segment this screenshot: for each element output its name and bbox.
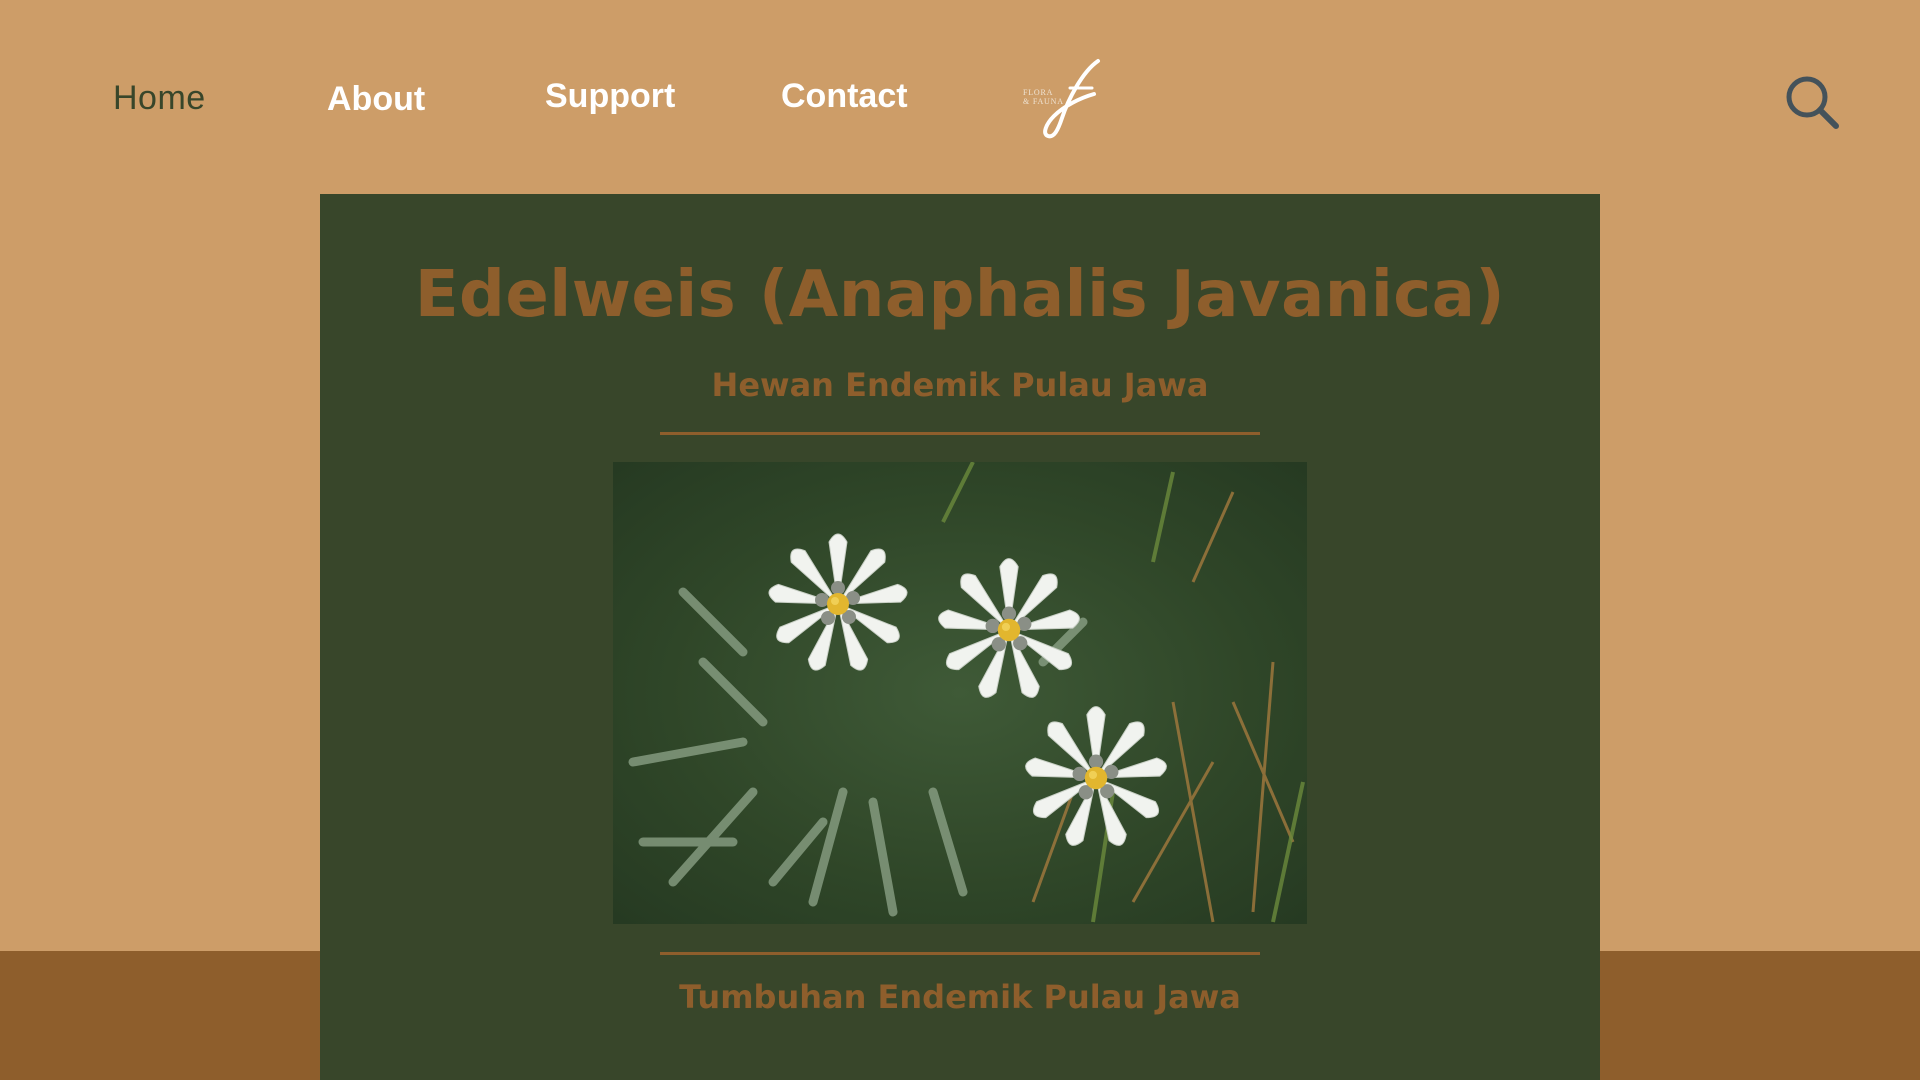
- edelweiss-photo: [613, 462, 1307, 924]
- nav-contact-link[interactable]: Contact: [781, 77, 908, 116]
- bottom-divider: [660, 952, 1260, 955]
- logo-wordmark: FLORA & FAUNA: [1023, 88, 1064, 106]
- page-subtitle: Hewan Endemik Pulau Jawa: [711, 366, 1209, 404]
- search-icon[interactable]: [1784, 74, 1842, 132]
- nav-about-link[interactable]: About: [327, 80, 425, 119]
- nav-support-link[interactable]: Support: [545, 77, 675, 116]
- top-divider: [660, 432, 1260, 435]
- top-navigation: Home About Support Contact FLORA & FAUNA: [0, 0, 1920, 190]
- content-card: Edelweis (Anaphalis Javanica) Hewan Ende…: [320, 194, 1600, 1080]
- flora-fauna-logo[interactable]: FLORA & FAUNA: [1020, 58, 1106, 142]
- logo-line-1: FLORA: [1023, 88, 1054, 97]
- footer-caption: Tumbuhan Endemik Pulau Jawa: [679, 978, 1241, 1016]
- page-title: Edelweis (Anaphalis Javanica): [414, 258, 1506, 332]
- nav-home-link[interactable]: Home: [113, 79, 206, 118]
- logo-line-2: & FAUNA: [1023, 97, 1064, 106]
